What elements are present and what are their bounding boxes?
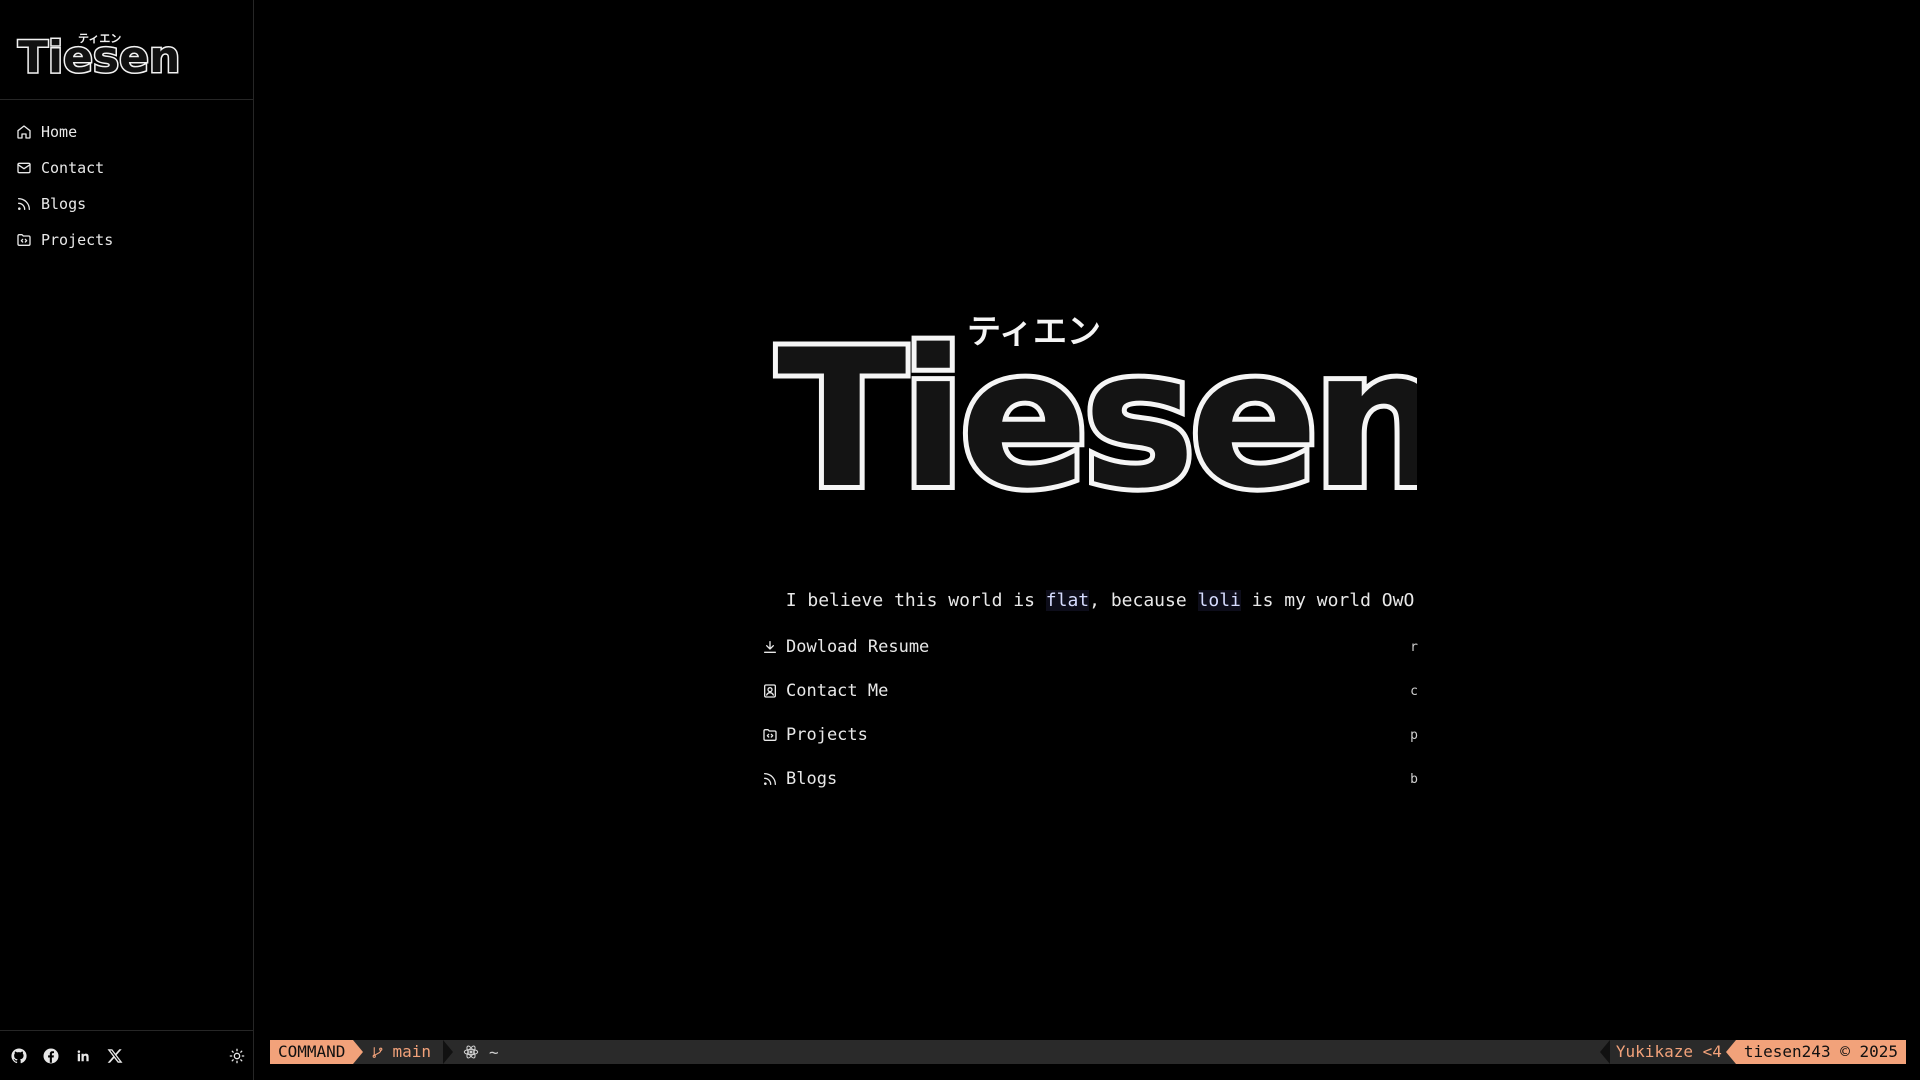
folder-code-icon bbox=[17, 234, 31, 246]
action-label: Contact Me bbox=[786, 681, 889, 701]
sidebar-item-contact[interactable]: Contact bbox=[0, 150, 253, 186]
x-icon bbox=[107, 1048, 123, 1063]
cwd-path: ~ bbox=[488, 1042, 499, 1062]
sidebar-item-home[interactable]: Home bbox=[0, 114, 253, 150]
tagline-text: is my world OwO bbox=[1240, 590, 1415, 611]
home-icon bbox=[17, 125, 31, 139]
rss-icon bbox=[18, 198, 30, 210]
sidebar: Tiesen ティエン Home Contact Blogs Projects bbox=[0, 0, 254, 1080]
tagline-highlight-loli: loli bbox=[1197, 590, 1241, 611]
contact-me-action[interactable]: Contact Me c bbox=[762, 669, 1422, 713]
copyright: tiesen243 © 2025 bbox=[1725, 1040, 1906, 1064]
hero-logo: Tiesen ティエン bbox=[772, 304, 1417, 535]
sidebar-item-label: Projects bbox=[41, 231, 114, 249]
action-label: Dowload Resume bbox=[786, 637, 930, 657]
tagline: I believe this world is flat, because lo… bbox=[765, 590, 1435, 611]
linkedin-link[interactable] bbox=[74, 1047, 92, 1065]
x-link[interactable] bbox=[106, 1047, 124, 1065]
social-links bbox=[10, 1047, 124, 1065]
tagline-text: I believe this world is bbox=[785, 590, 1046, 611]
main-content: Tiesen ティエン I believe this world is flat… bbox=[255, 0, 1920, 1040]
sun-icon bbox=[229, 1048, 245, 1063]
svg-text:ティエン: ティエン bbox=[967, 312, 1101, 352]
status-user: Yukikaze <4 bbox=[1599, 1040, 1736, 1064]
shortcut-key: p bbox=[1410, 727, 1418, 743]
action-label: Projects bbox=[786, 725, 868, 745]
status-right: Yukikaze <4 tiesen243 © 2025 bbox=[1599, 1040, 1906, 1064]
sidebar-item-label: Blogs bbox=[41, 195, 87, 213]
download-resume-action[interactable]: Dowload Resume r bbox=[762, 625, 1422, 669]
status-bar: COMMAND main ~ Yukikaze <4 tiesen243 © 2… bbox=[270, 1040, 1906, 1064]
git-branch-icon bbox=[373, 1046, 383, 1058]
facebook-icon bbox=[43, 1048, 59, 1063]
sidebar-item-blogs[interactable]: Blogs bbox=[0, 186, 253, 222]
sidebar-item-label: Home bbox=[41, 123, 78, 141]
hero-logo-art: Tiesen ティエン bbox=[772, 304, 1417, 535]
sidebar-logo[interactable]: Tiesen ティエン bbox=[0, 0, 253, 100]
tagline-highlight-flat: flat bbox=[1045, 590, 1090, 611]
action-label: Blogs bbox=[786, 769, 838, 789]
sidebar-nav: Home Contact Blogs Projects bbox=[0, 100, 253, 258]
tagline-text: , because bbox=[1089, 590, 1198, 611]
github-link[interactable] bbox=[10, 1047, 28, 1065]
git-branch: main bbox=[367, 1040, 453, 1064]
linkedin-icon bbox=[77, 1049, 89, 1061]
folder-code-icon bbox=[763, 729, 777, 741]
sidebar-item-label: Contact bbox=[41, 159, 105, 177]
mode-indicator: COMMAND bbox=[270, 1040, 364, 1064]
contact-icon bbox=[764, 684, 776, 698]
rss-icon bbox=[764, 773, 776, 785]
theme-toggle-button[interactable] bbox=[229, 1048, 245, 1064]
projects-action[interactable]: Projects p bbox=[762, 713, 1422, 757]
sidebar-footer bbox=[0, 1030, 253, 1080]
shortcut-key: r bbox=[1410, 639, 1418, 655]
shortcut-key: b bbox=[1410, 771, 1418, 787]
brand-logo: Tiesen ティエン bbox=[17, 30, 182, 80]
branch-name: main bbox=[392, 1042, 431, 1061]
download-icon bbox=[764, 641, 776, 653]
facebook-link[interactable] bbox=[42, 1047, 60, 1065]
sidebar-item-projects[interactable]: Projects bbox=[0, 222, 253, 258]
mail-icon bbox=[17, 162, 31, 174]
svg-text:ティエン: ティエン bbox=[78, 32, 121, 45]
shortcut-key: c bbox=[1410, 683, 1418, 699]
react-icon bbox=[463, 1045, 479, 1059]
github-icon bbox=[11, 1047, 27, 1063]
action-list: Dowload Resume r Contact Me c Projects p… bbox=[762, 625, 1422, 801]
blogs-action[interactable]: Blogs b bbox=[762, 757, 1422, 801]
